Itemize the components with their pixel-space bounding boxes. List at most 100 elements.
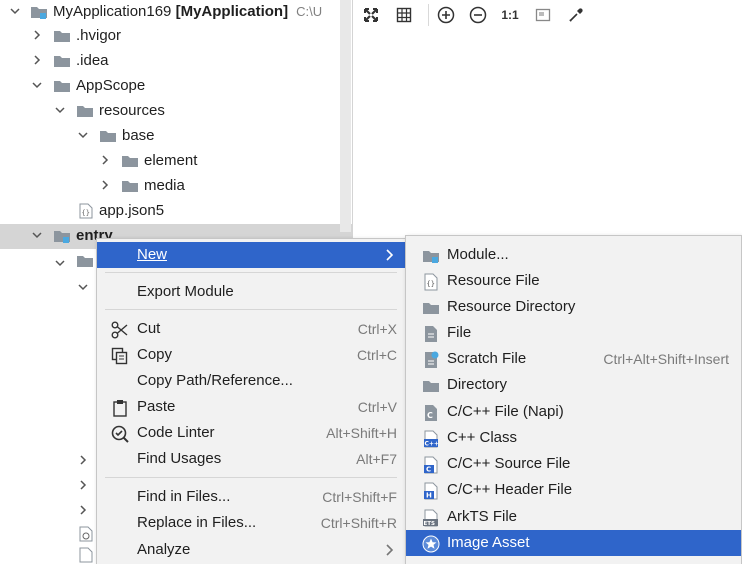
menu-item-label: Find in Files... (137, 488, 231, 505)
chevron-down-icon[interactable] (8, 4, 22, 18)
c-source-file-icon: C (422, 456, 440, 474)
chevron-down-icon[interactable] (76, 280, 90, 294)
submenu-item-directory[interactable]: Directory (406, 372, 741, 398)
chevron-down-icon[interactable] (53, 256, 67, 270)
chevron-right-icon[interactable] (98, 153, 112, 167)
menu-item-label: Paste (137, 398, 176, 415)
json-file-icon: {} (78, 203, 96, 219)
tree-label: app.json5 (99, 202, 165, 219)
config-file-icon (79, 526, 93, 542)
chevron-down-icon[interactable] (53, 103, 67, 117)
fit-to-window-icon[interactable] (361, 5, 381, 25)
folder-icon (99, 129, 117, 143)
actual-size-button[interactable]: 1:1 (500, 5, 520, 25)
chevron-right-icon[interactable] (76, 478, 90, 492)
menu-item-copy-path[interactable]: Copy Path/Reference... (97, 368, 405, 394)
menu-item-analyze[interactable]: Analyze (97, 537, 405, 563)
copy-icon (111, 347, 129, 365)
grid-icon[interactable] (394, 5, 414, 25)
menu-item-cut[interactable]: Cut Ctrl+X (97, 316, 405, 342)
menu-item-shortcut: Alt+Shift+H (326, 425, 397, 441)
tree-row-hvigor[interactable]: .hvigor (0, 24, 352, 49)
svg-text:{}: {} (427, 280, 435, 288)
chevron-right-icon[interactable] (76, 453, 90, 467)
tree-row-element[interactable]: element (0, 149, 352, 174)
chevron-down-icon[interactable] (30, 78, 44, 92)
tree-row-appscope[interactable]: AppScope (0, 74, 352, 99)
tree-scrollbar[interactable] (340, 0, 351, 232)
tree-row-resources[interactable]: resources (0, 99, 352, 124)
tree-row-app-json5[interactable]: {} app.json5 (0, 199, 352, 224)
color-picker-icon[interactable] (566, 5, 586, 25)
submenu-item-resource-file[interactable]: {} Resource File (406, 268, 741, 294)
submenu-item-label: C/C++ Header File (447, 481, 573, 498)
submenu-item-cpp-file-napi[interactable]: C C/C++ File (Napi) (406, 399, 741, 425)
scratch-file-icon (422, 351, 440, 369)
module-folder-icon (30, 5, 48, 19)
svg-text:C++: C++ (425, 441, 439, 448)
menu-item-label: Code Linter (137, 424, 215, 441)
folder-icon (53, 79, 71, 93)
zoom-in-icon[interactable] (436, 5, 456, 25)
chevron-right-icon (385, 543, 395, 557)
c-file-icon: C (422, 404, 440, 422)
submenu-item-label: Resource Directory (447, 298, 576, 315)
menu-item-label: Find Usages (137, 450, 222, 467)
menu-item-label: Copy (137, 346, 173, 363)
chevron-down-icon[interactable] (76, 128, 90, 142)
submenu-item-label: ArkTS File (447, 508, 518, 525)
submenu-item-shortcut: Ctrl+Alt+Shift+Insert (603, 351, 729, 367)
menu-item-find-in-files[interactable]: Find in Files... Ctrl+Shift+F (97, 484, 405, 510)
svg-text:ETS: ETS (424, 521, 436, 527)
project-module-name: [MyApplication] (175, 3, 289, 20)
chevron-right-icon[interactable] (76, 503, 90, 517)
menu-item-label: New (137, 246, 168, 263)
submenu-item-image-asset[interactable]: Image Asset (406, 530, 741, 556)
tree-label: .idea (76, 52, 109, 69)
chevron-right-icon[interactable] (30, 28, 44, 42)
submenu-item-cpp-class[interactable]: C++ C++ Class (406, 425, 741, 451)
chevron-right-icon[interactable] (98, 178, 112, 192)
submenu-item-cpp-header-file[interactable]: H C/C++ Header File (406, 477, 741, 503)
toolbar-separator (428, 4, 429, 26)
background-icon[interactable] (533, 5, 553, 25)
tree-row-media[interactable]: media (0, 174, 352, 199)
submenu-item-scratch-file[interactable]: Scratch File Ctrl+Alt+Shift+Insert (406, 346, 741, 372)
submenu-item-label: Module... (447, 246, 509, 263)
tree-label: element (144, 152, 198, 169)
submenu-item-file[interactable]: File (406, 320, 741, 346)
menu-item-replace-in-files[interactable]: Replace in Files... Ctrl+Shift+R (97, 510, 405, 536)
submenu-item-label: Image Asset (447, 534, 530, 551)
folder-icon (121, 179, 139, 193)
submenu-item-module[interactable]: Module... (406, 242, 741, 268)
submenu-item-cpp-source-file[interactable]: C C/C++ Source File (406, 451, 741, 477)
menu-item-code-linter[interactable]: Code Linter Alt+Shift+H (97, 420, 405, 446)
svg-text:C: C (426, 466, 431, 474)
menu-separator (105, 477, 397, 478)
project-path: C:\U (296, 4, 323, 19)
menu-item-shortcut: Ctrl+Shift+F (322, 489, 397, 505)
chevron-down-icon[interactable] (30, 228, 44, 242)
tree-row-root[interactable]: MyApplication169 [MyApplication] C:\U (0, 0, 352, 25)
project-name: MyApplication169 (53, 3, 172, 20)
menu-item-shortcut: Ctrl+X (357, 321, 397, 337)
chevron-right-icon[interactable] (30, 53, 44, 67)
submenu-item-arkts-file[interactable]: ETS ArkTS File (406, 504, 741, 530)
menu-item-paste[interactable]: Paste Ctrl+V (97, 394, 405, 420)
menu-item-copy[interactable]: Copy Ctrl+C (97, 342, 405, 368)
menu-item-export-module[interactable]: Export Module (97, 279, 405, 305)
folder-icon (121, 154, 139, 168)
clipboard-icon (111, 399, 129, 417)
tree-label: .hvigor (76, 27, 122, 44)
folder-icon (76, 104, 94, 118)
folder-icon (53, 29, 71, 43)
tree-row-base[interactable]: base (0, 124, 352, 149)
c-header-file-icon: H (422, 482, 440, 500)
zoom-out-icon[interactable] (468, 5, 488, 25)
menu-item-shortcut: Ctrl+C (356, 347, 397, 363)
submenu-item-resource-directory[interactable]: Resource Directory (406, 294, 741, 320)
menu-item-find-usages[interactable]: Find Usages Alt+F7 (97, 446, 405, 472)
resource-file-icon: {} (422, 273, 440, 291)
menu-item-new[interactable]: New (97, 242, 405, 268)
tree-row-idea[interactable]: .idea (0, 49, 352, 74)
